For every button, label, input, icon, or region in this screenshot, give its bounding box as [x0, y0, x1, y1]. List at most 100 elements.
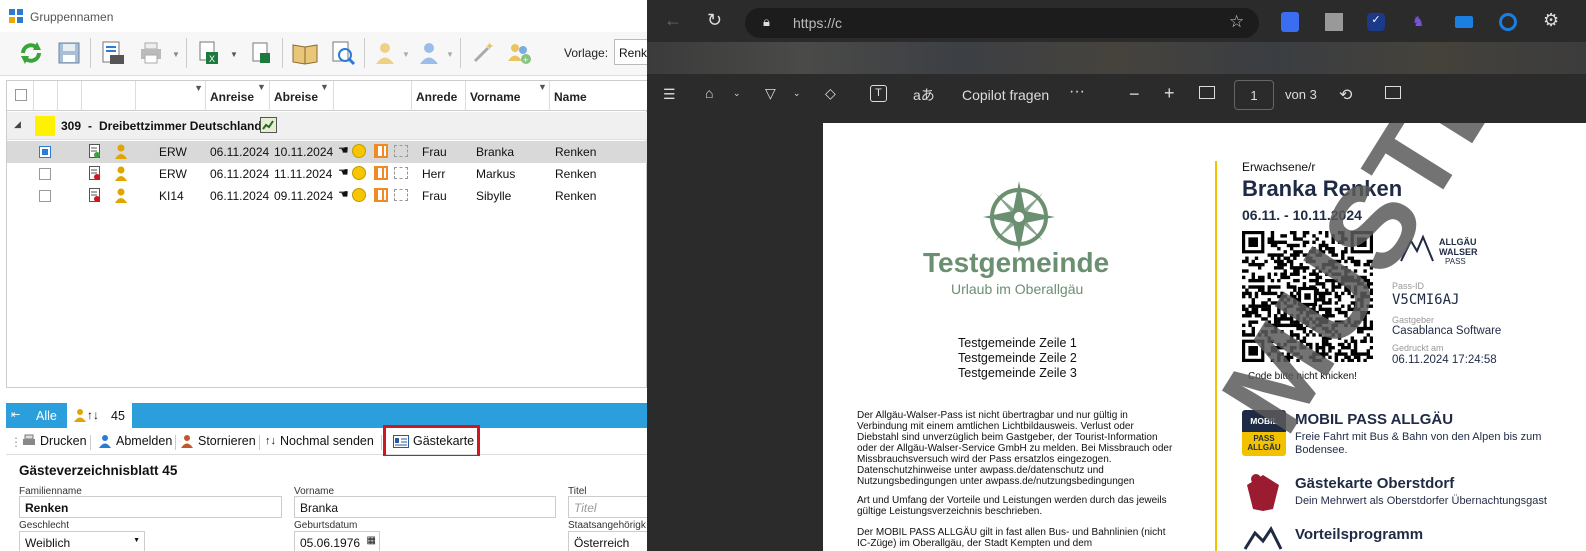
action-bar: ⋮ Drucken Abmelden Stornieren ↑↓ Nochmal…: [6, 429, 647, 455]
card-icon[interactable]: [394, 189, 408, 201]
resend-action[interactable]: ↑↓ Nochmal senden: [265, 434, 374, 448]
filter-icon[interactable]: ▼: [257, 82, 266, 92]
birthdate-field[interactable]: 05.06.1976 ▦: [294, 531, 380, 551]
template-select[interactable]: Renk: [614, 39, 647, 65]
back-icon[interactable]: ←: [664, 10, 682, 31]
gear-icon[interactable]: ⚙: [1543, 10, 1559, 31]
grid-header-salutation[interactable]: Anrede: [412, 81, 466, 111]
hand-icon[interactable]: ☚: [338, 165, 349, 179]
fit-width-icon[interactable]: [1199, 86, 1215, 99]
page-count: von 3: [1285, 87, 1317, 102]
extension-icon[interactable]: [1325, 13, 1343, 31]
table-row[interactable]: ERW 06.11.2024 10.11.2024 Frau Branka Renken ☚: [7, 141, 647, 163]
chevron-down-icon[interactable]: ▼: [172, 50, 180, 59]
cancel-action[interactable]: Stornieren: [180, 434, 256, 448]
save-button[interactable]: [54, 36, 84, 70]
tab-all[interactable]: Alle: [36, 409, 57, 423]
extension-shield-icon[interactable]: [1281, 12, 1299, 32]
page-view-icon[interactable]: [1385, 86, 1401, 99]
gender-select[interactable]: Weiblich ▼: [19, 531, 145, 551]
row-checkbox[interactable]: [39, 146, 51, 158]
grid-header-select[interactable]: [7, 81, 34, 111]
book-button[interactable]: [290, 36, 320, 70]
grid-header-lastname[interactable]: Name: [550, 81, 647, 111]
logo-text: WALSER: [1439, 247, 1478, 257]
chevron-down-icon[interactable]: ⌄: [793, 88, 801, 99]
save-icon: [58, 42, 80, 64]
grid-header-col[interactable]: ▼: [136, 81, 206, 111]
app-window: Gruppennamen ▼ X ▼ ▼ ▼ ✦ + Vorlage: Renk…: [0, 0, 647, 551]
extension-icon[interactable]: [1455, 16, 1473, 28]
rotate-icon[interactable]: ⟲: [1339, 85, 1352, 105]
address-bar[interactable]: 🔒︎ https://c ☆: [745, 8, 1259, 38]
grid-icon[interactable]: [374, 166, 388, 180]
extension-icon[interactable]: ♞: [1412, 13, 1428, 31]
add-guest-button[interactable]: [370, 36, 400, 70]
grip-icon: ⋮: [10, 435, 22, 449]
filter-icon[interactable]: ▼: [320, 82, 329, 92]
title-field[interactable]: Titel: [568, 496, 647, 518]
first-page-icon[interactable]: ⇤: [11, 408, 20, 421]
smiley-icon[interactable]: [352, 166, 366, 180]
list-print-button[interactable]: [98, 36, 128, 70]
copilot-button[interactable]: Copilot fragen: [962, 87, 1049, 103]
draw-icon[interactable]: ▽: [765, 85, 776, 102]
card-icon[interactable]: [394, 145, 408, 157]
table-row[interactable]: ERW 06.11.2024 11.11.2024 Herr Markus Renken ☚: [7, 163, 647, 185]
guest-form: Gästeverzeichnisblatt 45 Familienname Re…: [6, 456, 647, 551]
hand-icon[interactable]: ☚: [338, 187, 349, 201]
contents-icon[interactable]: ☰: [663, 86, 676, 103]
magic-wand-button[interactable]: ✦: [468, 36, 498, 70]
hand-icon[interactable]: ☚: [338, 143, 349, 157]
smiley-icon[interactable]: [352, 188, 366, 202]
chevron-down-icon[interactable]: ▼: [133, 537, 140, 544]
tab-group[interactable]: ↑↓ 45: [67, 403, 132, 428]
filter-icon[interactable]: ▼: [538, 82, 547, 92]
lock-icon[interactable]: 🔒︎: [763, 14, 770, 30]
eraser-icon[interactable]: ◇: [825, 85, 836, 102]
text-box-icon[interactable]: T: [870, 85, 887, 102]
chevron-down-icon[interactable]: ▼: [230, 50, 238, 59]
grid-icon[interactable]: [374, 188, 388, 202]
lastname-field[interactable]: Renken: [19, 496, 282, 518]
firstname-field[interactable]: Branka: [294, 496, 556, 518]
print-action[interactable]: Drucken: [22, 434, 87, 448]
smiley-icon[interactable]: [352, 144, 366, 158]
export-button[interactable]: [246, 36, 276, 70]
preview-button[interactable]: [328, 36, 358, 70]
highlight-icon[interactable]: ⌂: [705, 85, 713, 101]
table-row[interactable]: KI14 06.11.2024 09.11.2024 Frau Sibylle Renke…: [7, 185, 647, 207]
favorite-icon[interactable]: ☆: [1229, 12, 1244, 32]
cancel-label: Stornieren: [198, 434, 256, 448]
chart-icon[interactable]: [260, 117, 277, 133]
more-icon[interactable]: ···: [1069, 83, 1085, 101]
excel-export-button[interactable]: X: [194, 36, 224, 70]
row-checkbox[interactable]: [39, 168, 51, 180]
card-icon[interactable]: [394, 167, 408, 179]
grid-icon[interactable]: [374, 144, 388, 158]
add-users-button[interactable]: +: [504, 36, 534, 70]
nationality-select[interactable]: Österreich: [568, 531, 647, 551]
extension-check-icon[interactable]: ✓: [1367, 13, 1385, 31]
select-all-checkbox[interactable]: [15, 89, 27, 101]
logout-action[interactable]: Abmelden: [98, 434, 172, 448]
refresh-button[interactable]: [16, 36, 46, 70]
calendar-icon[interactable]: ▦: [367, 535, 376, 546]
reload-icon[interactable]: ↻: [707, 10, 722, 31]
svg-text:+: +: [523, 55, 528, 65]
cell-type: ERW: [159, 145, 187, 159]
chevron-down-icon[interactable]: ▼: [446, 50, 454, 59]
row-checkbox[interactable]: [39, 190, 51, 202]
group-row[interactable]: ◢ 309 - Dreibettzimmer Deutschland: [7, 112, 647, 140]
extension-icon[interactable]: [1499, 13, 1517, 31]
zoom-in-icon[interactable]: +: [1164, 83, 1175, 104]
filter-icon[interactable]: ▼: [194, 83, 203, 93]
collapse-icon[interactable]: ◢: [14, 119, 21, 130]
user-button[interactable]: [414, 36, 444, 70]
chevron-down-icon[interactable]: ▼: [402, 50, 410, 59]
page-number-input[interactable]: 1: [1234, 80, 1274, 110]
print-button[interactable]: [136, 36, 166, 70]
chevron-down-icon[interactable]: ⌄: [733, 88, 741, 99]
translate-icon[interactable]: aあ: [913, 85, 935, 105]
zoom-out-icon[interactable]: −: [1129, 84, 1140, 105]
